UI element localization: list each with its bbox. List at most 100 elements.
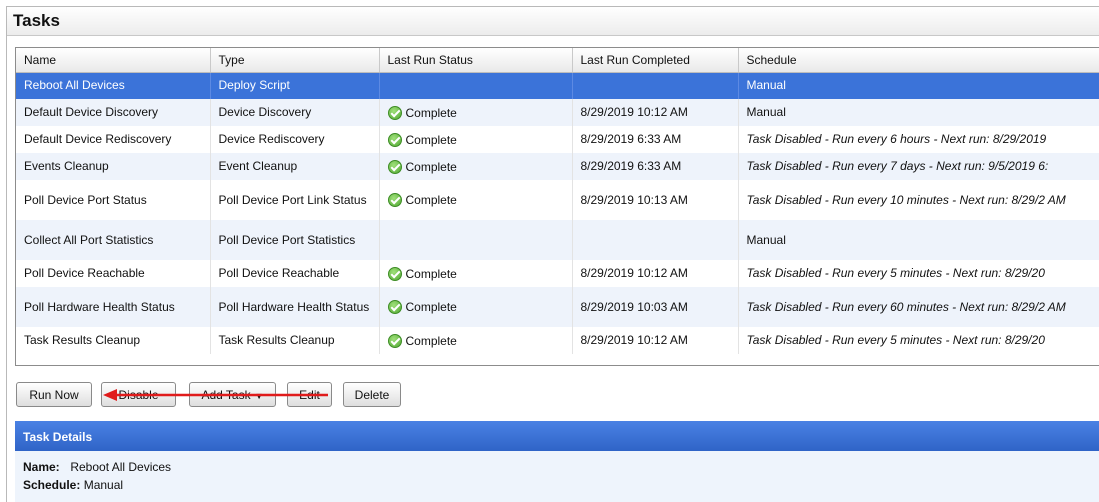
delete-button[interactable]: Delete	[343, 382, 401, 407]
detail-schedule-value: Manual	[83, 478, 124, 492]
cell-last-run-status-text: Complete	[405, 333, 457, 348]
cell-last-run-completed: 8/29/2019 6:33 AM	[572, 126, 739, 153]
table-row[interactable]: Default Device Discovery Device Discovery…	[16, 99, 1099, 126]
cell-type: Poll Device Reachable	[210, 260, 380, 287]
cell-name-text: Reboot All Devices	[24, 78, 125, 93]
cell-last-run-completed	[572, 220, 739, 260]
cell-schedule: Manual	[738, 99, 1099, 126]
run-now-button[interactable]: Run Now	[16, 382, 92, 407]
cell-last-run-status-text: Complete	[405, 105, 457, 120]
cell-schedule: Task Disabled - Run every 5 minutes - Ne…	[738, 327, 1099, 354]
cell-name-text: Poll Device Reachable	[24, 266, 145, 280]
cell-name: Task Results Cleanup	[16, 327, 211, 354]
cell-schedule-text: Task Disabled - Run every 10 minutes - N…	[746, 192, 1066, 207]
cell-last-run-completed-text: 8/29/2019 10:12 AM	[580, 333, 688, 347]
task-rows: Reboot All Devices Deploy Script Manual Def…	[16, 72, 1099, 354]
check-circle-icon	[387, 132, 402, 147]
cell-schedule: Task Disabled - Run every 5 minutes - Ne…	[738, 260, 1099, 287]
cell-schedule-text: Task Disabled - Run every 5 minutes - Ne…	[746, 333, 1045, 347]
tasks-panel: Tasks Name Type Last Run Status Last Run…	[6, 6, 1099, 502]
cell-type: Event Cleanup	[210, 153, 380, 180]
cell-last-run-completed: 8/29/2019 10:03 AM	[572, 287, 739, 327]
cell-name: Poll Hardware Health Status	[16, 287, 211, 327]
cell-schedule: Task Disabled - Run every 7 days - Next …	[738, 153, 1099, 180]
cell-schedule-text: Manual	[746, 232, 786, 247]
cell-type: Device Rediscovery	[210, 126, 380, 153]
annotation-arrow-head	[103, 389, 117, 401]
cell-last-run-completed-text: 8/29/2019 10:03 AM	[580, 299, 688, 314]
cell-last-run-status: Complete	[379, 99, 573, 126]
table-row[interactable]: Collect All Port Statistics Poll Device P…	[16, 220, 1099, 260]
cell-last-run-completed	[572, 72, 739, 99]
check-circle-icon	[387, 193, 402, 207]
cell-type-text: Poll Device Port Statistics	[218, 232, 356, 247]
cell-name-text: Default Device Rediscovery	[24, 132, 172, 146]
page-title: Tasks	[7, 7, 1099, 36]
cell-type-text: Poll Hardware Health Status	[218, 299, 370, 314]
cell-last-run-completed: 8/29/2019 6:33 AM	[572, 153, 739, 180]
column-header-type[interactable]: Type	[210, 48, 380, 73]
table-row[interactable]: Task Results Cleanup Task Results Cleanup…	[16, 327, 1099, 354]
cell-last-run-status-text: Complete	[405, 159, 457, 174]
cell-name-text: Events Cleanup	[24, 159, 109, 173]
cell-last-run-status: Complete	[379, 287, 573, 327]
cell-type: Device Discovery	[210, 99, 380, 126]
check-circle-icon	[387, 266, 402, 281]
cell-name-text: Default Device Discovery	[24, 105, 159, 119]
check-circle-icon	[387, 159, 402, 174]
detail-schedule-label: Schedule:	[23, 478, 81, 492]
cell-last-run-completed-text: 8/29/2019 10:13 AM	[580, 192, 688, 207]
cell-last-run-status: Complete	[379, 153, 573, 180]
cell-last-run-completed: 8/29/2019 10:12 AM	[572, 99, 739, 126]
cell-last-run-completed-text: 8/29/2019 6:33 AM	[580, 132, 682, 146]
cell-last-run-status-text: Complete	[405, 300, 457, 314]
table-row[interactable]: Default Device Rediscovery Device Redisco…	[16, 126, 1099, 153]
column-header-last-run-status[interactable]: Last Run Status	[379, 48, 573, 73]
cell-name: Poll Device Port Status	[16, 180, 211, 220]
annotation-arrow	[103, 389, 328, 401]
cell-type-text: Task Results Cleanup	[218, 333, 335, 347]
cell-last-run-completed-text: 8/29/2019 6:33 AM	[580, 159, 682, 173]
cell-schedule-text: Task Disabled - Run every 6 hours - Next…	[746, 132, 1047, 146]
cell-last-run-completed: 8/29/2019 10:12 AM	[572, 260, 739, 287]
cell-schedule: Task Disabled - Run every 10 minutes - N…	[738, 180, 1099, 220]
tasks-table: Name Type Last Run Status Last Run Compl…	[16, 48, 1099, 354]
cell-type: Poll Device Port Statistics	[210, 220, 380, 260]
column-header-name[interactable]: Name	[16, 48, 211, 73]
cell-schedule-text: Task Disabled - Run every 7 days - Next …	[746, 159, 1049, 173]
task-details-body: Name: Reboot All Devices Schedule: Manua…	[15, 451, 1099, 496]
cell-name: Default Device Rediscovery	[16, 126, 211, 153]
cell-schedule-text: Task Disabled - Run every 5 minutes - Ne…	[746, 266, 1045, 280]
task-details-panel: Task Details Name: Reboot All Devices Sc…	[15, 421, 1099, 502]
cell-name-text: Task Results Cleanup	[24, 333, 141, 347]
cell-type-text: Poll Device Port Link Status	[218, 192, 367, 207]
cell-last-run-status: Complete	[379, 126, 573, 153]
detail-name-row: Name: Reboot All Devices	[23, 460, 1099, 478]
cell-schedule: Manual	[738, 220, 1099, 260]
cell-last-run-completed-text: 8/29/2019 10:12 AM	[580, 266, 688, 280]
cell-schedule: Manual	[738, 72, 1099, 99]
tasks-grid: Name Type Last Run Status Last Run Compl…	[15, 47, 1099, 366]
cell-type-text: Device Rediscovery	[218, 132, 325, 146]
cell-last-run-status-text: Complete	[405, 266, 457, 281]
cell-last-run-status: Complete	[379, 260, 573, 287]
cell-name-text: Collect All Port Statistics	[24, 232, 154, 247]
table-row[interactable]: Events Cleanup Event Cleanup Complete 8/29/…	[16, 153, 1099, 180]
table-row[interactable]: Poll Device Reachable Poll Device Reachab…	[16, 260, 1099, 287]
cell-name-text: Poll Device Port Status	[24, 192, 147, 207]
header-row: Name Type Last Run Status Last Run Compl…	[16, 48, 1099, 73]
task-details-header: Task Details	[15, 421, 1099, 451]
column-header-last-run-completed[interactable]: Last Run Completed	[572, 48, 739, 73]
cell-type: Deploy Script	[210, 72, 380, 99]
column-header-schedule[interactable]: Schedule	[738, 48, 1099, 73]
table-row[interactable]: Reboot All Devices Deploy Script Manual	[16, 72, 1099, 99]
cell-name: Poll Device Reachable	[16, 260, 211, 287]
table-row[interactable]: Poll Device Port Status Poll Device Port …	[16, 180, 1099, 220]
cell-name: Reboot All Devices	[16, 72, 211, 99]
cell-name: Events Cleanup	[16, 153, 211, 180]
detail-schedule-row: Schedule: Manual	[23, 478, 1099, 496]
cell-type: Poll Device Port Link Status	[210, 180, 380, 220]
detail-name-value: Reboot All Devices	[70, 460, 172, 474]
table-row[interactable]: Poll Hardware Health Status Poll Hardware…	[16, 287, 1099, 327]
cell-last-run-status-text: Complete	[405, 193, 457, 207]
